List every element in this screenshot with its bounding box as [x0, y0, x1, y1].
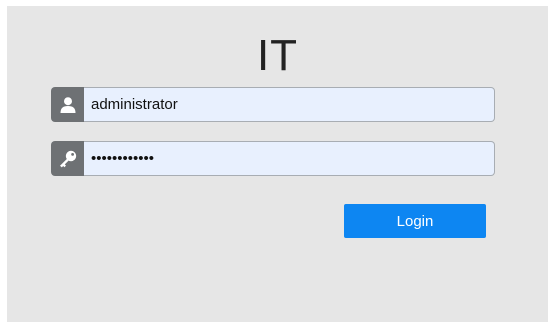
username-input[interactable]	[84, 87, 495, 122]
username-field-group	[51, 87, 495, 122]
user-icon	[51, 87, 84, 122]
password-field-group	[51, 141, 495, 176]
login-panel: IT Login	[7, 6, 548, 322]
key-icon	[51, 141, 84, 176]
login-button[interactable]: Login	[344, 204, 486, 238]
page-title: IT	[256, 31, 299, 80]
password-input[interactable]	[84, 141, 495, 176]
